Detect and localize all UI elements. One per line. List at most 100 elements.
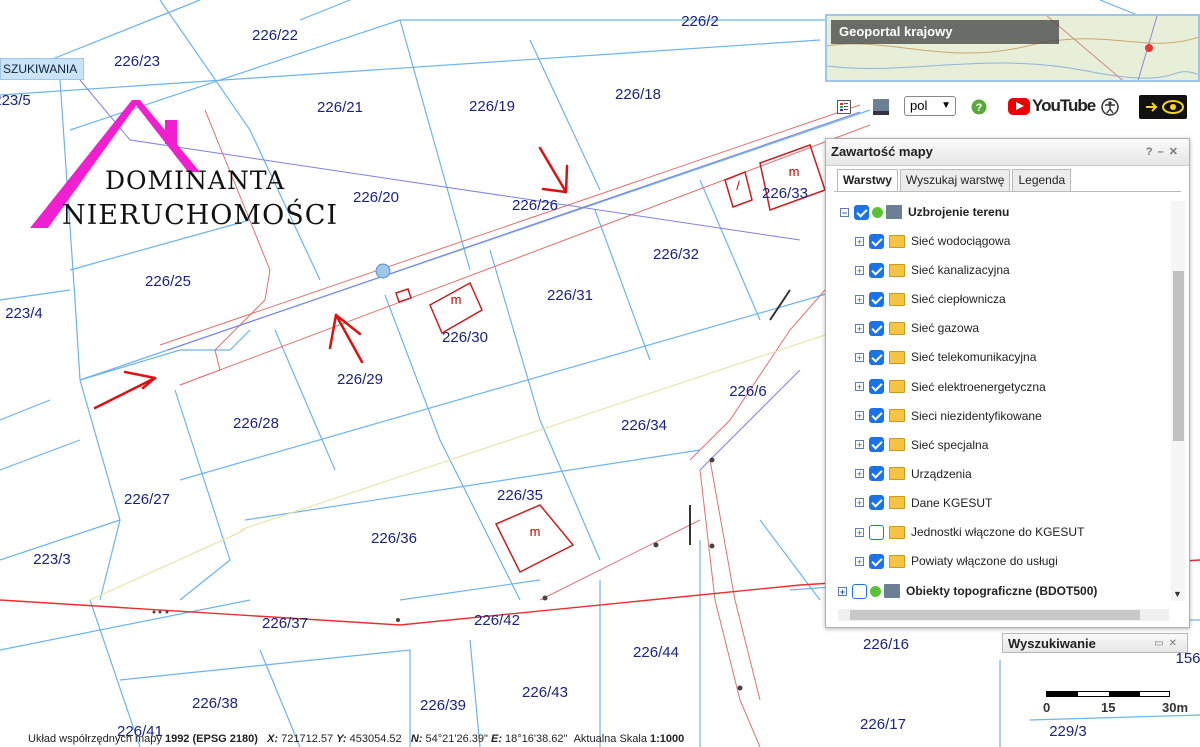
layer-item[interactable]: + Powiaty włączone do usługi (855, 550, 1058, 572)
panel-title: Zawartość mapy (831, 144, 933, 159)
layer-label: Sieć wodociągowa (911, 234, 1011, 248)
expand-icon[interactable]: + (838, 586, 847, 596)
layer-label: Sieć kanalizacyjna (911, 263, 1010, 278)
y-label: Y: (336, 733, 347, 745)
layer-item[interactable]: + Sieć specjalna (855, 434, 988, 456)
expand-icon[interactable]: + (855, 411, 864, 421)
x-label: X: (267, 733, 279, 745)
layer-checkbox[interactable] (869, 466, 884, 482)
parcel-label: 226/35 (497, 487, 543, 504)
parcel-label: 226/20 (353, 189, 399, 206)
layer-checkbox[interactable] (869, 408, 884, 424)
search-tab[interactable]: SZUKIWANIA (0, 58, 85, 80)
parcel-label: 226/43 (522, 684, 568, 701)
vertical-scrollbar[interactable]: ▼ (1171, 201, 1185, 601)
layer-item[interactable]: + Sieć ciepłownicza (855, 288, 1006, 310)
overview-map[interactable]: Geoportal krajowy (825, 14, 1200, 82)
layer-checkbox[interactable] (869, 233, 884, 249)
layer-item[interactable]: + Sieć telekomunikacyjna (855, 346, 1036, 368)
parcel-label: 226/18 (615, 86, 661, 103)
search-panel[interactable]: Wyszukiwanie ▭✕ (1002, 633, 1188, 653)
layer-label: Urządzenia (911, 466, 972, 481)
close-icon[interactable]: ✕ (1169, 146, 1183, 158)
layer-group-utilities[interactable]: − Uzbrojenie terenu (840, 201, 1009, 223)
expand-icon[interactable]: + (855, 469, 864, 479)
status-bar: Układ współrzędnych mapy 1992 (EPSG 2180… (0, 731, 828, 747)
building-label: m (789, 164, 800, 179)
layer-item[interactable]: + Sieć elektroenergetyczna (855, 376, 1046, 398)
parcel-label: 226/27 (124, 491, 170, 508)
toolbar: pol ▼ ? YouTube (825, 92, 1200, 122)
layer-item[interactable]: + Sieć gazowa (855, 317, 979, 339)
layer-checkbox[interactable] (869, 437, 884, 453)
layer-group-topography[interactable]: + Obiekty topograficzne (BDOT500) (838, 580, 1097, 602)
scroll-down-icon[interactable]: ▼ (1173, 589, 1182, 599)
location-marker[interactable] (375, 263, 391, 279)
maximize-icon[interactable]: ▭ (1154, 638, 1168, 649)
layer-checkbox[interactable] (869, 553, 884, 569)
layer-item[interactable]: + Dane KGESUT (855, 492, 992, 514)
layer-item[interactable]: + Urządzenia (855, 463, 972, 485)
tab-layers[interactable]: Warstwy (837, 169, 898, 191)
layer-item[interactable]: + Jednostki włączone do KGESUT (855, 521, 1084, 543)
help-icon[interactable]: ? (1146, 146, 1158, 158)
layer-checkbox[interactable] (869, 349, 884, 365)
parcel-label: 226/32 (653, 246, 699, 263)
scale-value: 1:1000 (650, 733, 685, 745)
layer-label: Sieci niezidentyfikowane (911, 408, 1042, 423)
layer-checkbox[interactable] (869, 262, 884, 278)
svg-text:?: ? (976, 102, 983, 114)
layer-checkbox[interactable] (869, 524, 884, 540)
folder-icon (889, 554, 905, 568)
search-panel-title: Wyszukiwanie (1008, 636, 1096, 651)
parcel-label: 226/21 (317, 99, 363, 116)
expand-icon[interactable]: + (855, 382, 864, 392)
expand-icon[interactable]: + (855, 294, 864, 304)
view-mode-eye-icon[interactable] (1139, 95, 1187, 119)
layer-checkbox[interactable] (869, 291, 884, 307)
layer-checkbox[interactable] (869, 320, 884, 336)
expand-icon[interactable]: + (855, 323, 864, 333)
layer-label: Sieć telekomunikacyjna (911, 350, 1037, 365)
parcel-label: 226/39 (420, 697, 466, 714)
parcel-label: 226/37 (262, 615, 308, 632)
layer-checkbox[interactable] (869, 379, 884, 394)
parcel-label: 226/38 (192, 695, 238, 712)
expand-icon[interactable]: + (855, 498, 864, 508)
scale-label-0: 0 (1043, 700, 1051, 715)
scale-bar (1046, 691, 1170, 697)
layer-item[interactable]: + Sieci niezidentyfikowane (855, 405, 1042, 427)
parcel-label: 226/42 (474, 612, 520, 629)
language-select[interactable]: pol ▼ (904, 96, 956, 116)
expand-icon[interactable]: + (855, 236, 864, 246)
youtube-icon (1008, 97, 1030, 115)
expand-icon[interactable]: + (855, 440, 864, 450)
tab-search-layer[interactable]: Wyszukaj warstwę (899, 169, 1011, 191)
status-dot-icon (872, 206, 883, 218)
n-value: 54°21'26.39" (425, 733, 488, 745)
expand-icon[interactable]: + (855, 352, 864, 362)
parcel-label: 223/5 (0, 92, 31, 109)
accessibility-icon[interactable] (1100, 95, 1120, 119)
layer-item[interactable]: + Sieć wodociągowa (855, 230, 1010, 252)
close-icon[interactable]: ✕ (1169, 638, 1182, 649)
panel-header: Zawartość mapy ?–✕ (826, 139, 1189, 166)
horizontal-scrollbar[interactable] (838, 609, 1169, 621)
group-checkbox[interactable] (852, 583, 867, 599)
folder-icon (889, 438, 905, 452)
minimize-icon[interactable]: – (1158, 146, 1169, 158)
layer-item[interactable]: + Sieć kanalizacyjna (855, 259, 1010, 281)
expand-icon[interactable]: + (855, 265, 864, 275)
help-icon[interactable]: ? (970, 95, 988, 119)
layer-label: Jednostki włączone do KGESUT (911, 525, 1085, 539)
expand-icon[interactable]: + (855, 556, 864, 566)
youtube-link[interactable]: YouTube (1008, 96, 1096, 116)
legend-icon[interactable] (835, 95, 853, 119)
layer-checkbox[interactable] (869, 495, 884, 511)
tab-legend[interactable]: Legenda (1012, 169, 1072, 191)
collapse-icon[interactable]: − (840, 207, 849, 217)
expand-icon[interactable]: + (855, 527, 864, 537)
wms-icon[interactable] (871, 95, 891, 119)
group-label: Uzbrojenie terenu (908, 205, 1010, 219)
group-checkbox[interactable] (854, 204, 869, 220)
